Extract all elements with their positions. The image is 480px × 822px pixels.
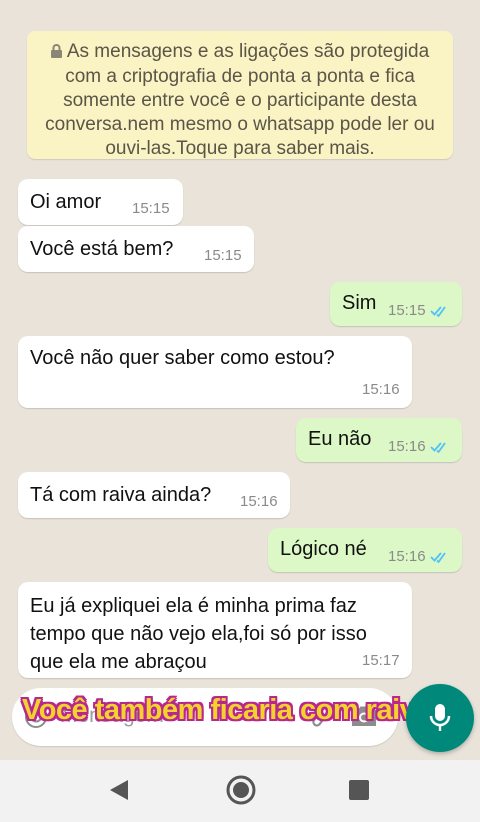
read-receipt-icon <box>429 304 450 321</box>
mic-button[interactable] <box>406 684 474 752</box>
message-line: tempo que não vejo ela,foi só por isso <box>30 623 367 645</box>
message-time: 15:16 <box>388 548 450 567</box>
message-outgoing[interactable]: Sim 15:15 <box>330 282 462 326</box>
message-text: Tá com raiva ainda? <box>30 484 212 506</box>
message-text: Eu já expliquei ela é minha prima faz te… <box>30 592 367 676</box>
nav-home-icon[interactable] <box>225 774 257 811</box>
encryption-line: ouvi-las.Toque para saber mais. <box>105 138 375 159</box>
overlay-caption: Você também ficaria com raiva? <box>22 694 449 726</box>
message-incoming[interactable]: Eu já expliquei ela é minha prima faz te… <box>18 582 412 678</box>
message-incoming[interactable]: Tá com raiva ainda? 15:16 <box>18 472 290 518</box>
encryption-line: conversa.nem mesmo o whatsapp pode ler o… <box>45 114 435 135</box>
message-line: Eu já expliquei ela é minha prima faz <box>30 595 357 617</box>
message-time: 15:15 <box>132 200 170 217</box>
message-incoming[interactable]: Você não quer saber como estou? 15:16 <box>18 336 412 408</box>
lock-icon <box>50 41 62 65</box>
message-text: Lógico né <box>280 538 367 560</box>
message-incoming[interactable]: Você está bem? 15:15 <box>18 226 254 272</box>
read-receipt-icon <box>429 550 450 567</box>
message-line: que ela me abraçou <box>30 651 207 673</box>
encryption-line: com a criptografia de ponta a ponta e fi… <box>65 66 415 87</box>
encryption-line: As mensagens e as ligações são protegida <box>39 40 441 65</box>
encryption-line: somente entre você e o participante dest… <box>63 90 417 111</box>
message-text: Eu não <box>308 428 372 450</box>
encryption-notice[interactable]: As mensagens e as ligações são protegida… <box>27 31 453 159</box>
message-outgoing[interactable]: Eu não 15:16 <box>296 418 462 462</box>
message-time: 15:15 <box>204 247 242 264</box>
message-incoming[interactable]: Oi amor 15:15 <box>18 179 183 225</box>
message-time: 15:16 <box>388 438 450 457</box>
message-text: Sim <box>342 292 377 314</box>
system-nav-bar <box>0 760 480 822</box>
mic-icon <box>429 704 451 731</box>
nav-recents-icon[interactable] <box>348 779 370 806</box>
chat-area[interactable]: As mensagens e as ligações são protegida… <box>0 0 480 760</box>
message-text: Você está bem? <box>30 238 174 260</box>
message-text: Oi amor <box>30 191 102 213</box>
message-time: 15:15 <box>388 302 450 321</box>
message-time: 15:16 <box>362 381 400 398</box>
message-time: 15:17 <box>362 652 400 669</box>
read-receipt-icon <box>429 440 450 457</box>
message-time: 15:16 <box>240 493 278 510</box>
message-text: Você não quer saber como estou? <box>30 347 335 369</box>
message-outgoing[interactable]: Lógico né 15:16 <box>268 528 462 572</box>
nav-back-icon[interactable] <box>108 778 130 807</box>
